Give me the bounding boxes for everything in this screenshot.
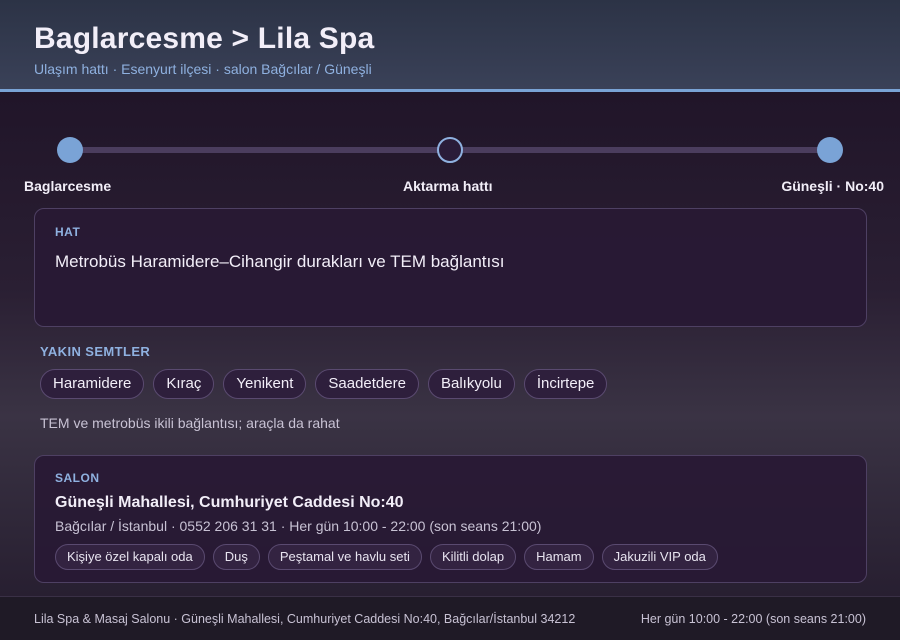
footer-address: Lila Spa & Masaj Salonu · Güneşli Mahall… (34, 611, 576, 626)
amenity-tag: Duş (212, 544, 260, 570)
nearby-chip[interactable]: Balıkyolu (427, 369, 515, 399)
page-subtitle: Ulaşım hattı · Esenyurt ilçesi · salon B… (34, 61, 372, 77)
nearby-chip[interactable]: Haramidere (40, 369, 145, 399)
salon-address: Güneşli Mahallesi, Cumhuriyet Caddesi No… (55, 494, 404, 511)
footer-hours: Her gün 10:00 - 22:00 (son seans 21:00) (640, 611, 866, 626)
nearby-chip[interactable]: Yenikent (223, 369, 307, 399)
nearby-chip[interactable]: Kıraç (153, 369, 215, 399)
nearby-chip[interactable]: Saadetdere (315, 369, 419, 399)
salon-card: SALON Güneşli Mahallesi, Cumhuriyet Cadd… (34, 455, 867, 583)
page-header: Baglarcesme > Lila Spa Ulaşım hattı · Es… (0, 0, 900, 92)
salon-amenities: Kişiye özel kapalı oda Duş Peştamal ve h… (55, 544, 846, 570)
amenity-tag: Peştamal ve havlu seti (267, 544, 422, 570)
page-footer: Lila Spa & Masaj Salonu · Güneşli Mahall… (0, 596, 900, 640)
route-stop-transfer-dot[interactable] (437, 137, 463, 163)
salon-card-label: SALON (55, 471, 100, 485)
line-card: HAT Metrobüs Haramidere–Cihangir durakla… (34, 208, 867, 327)
line-card-label: HAT (55, 225, 81, 239)
route-stop-end-label: Güneşli · No:40 (781, 178, 884, 194)
route-stop-end-dot[interactable] (817, 137, 843, 163)
route-stop-transfer-label: Aktarma hattı (403, 178, 493, 194)
route-timeline: Baglarcesme Aktarma hattı Güneşli · No:4… (0, 130, 900, 200)
amenity-tag: Hamam (524, 544, 594, 570)
route-stop-start-label: Baglarcesme (24, 178, 112, 194)
route-stop-start-dot[interactable] (57, 137, 83, 163)
nearby-section-label: YAKIN SEMTLER (40, 344, 151, 359)
nearby-note: TEM ve metrobüs ikili bağlantısı; araçla… (40, 415, 340, 431)
nearby-chips: Haramidere Kıraç Yenikent Saadetdere Bal… (40, 369, 608, 399)
amenity-tag: Kişiye özel kapalı oda (55, 544, 205, 570)
line-card-text: Metrobüs Haramidere–Cihangir durakları v… (55, 252, 505, 271)
amenity-tag: Kilitli dolap (429, 544, 517, 570)
amenity-tag: Jakuzili VIP oda (601, 544, 718, 570)
page-title: Baglarcesme > Lila Spa (34, 22, 375, 55)
nearby-chip[interactable]: İncirtepe (523, 369, 608, 399)
salon-meta: Bağcılar / İstanbul · 0552 206 31 31 · H… (55, 518, 542, 534)
